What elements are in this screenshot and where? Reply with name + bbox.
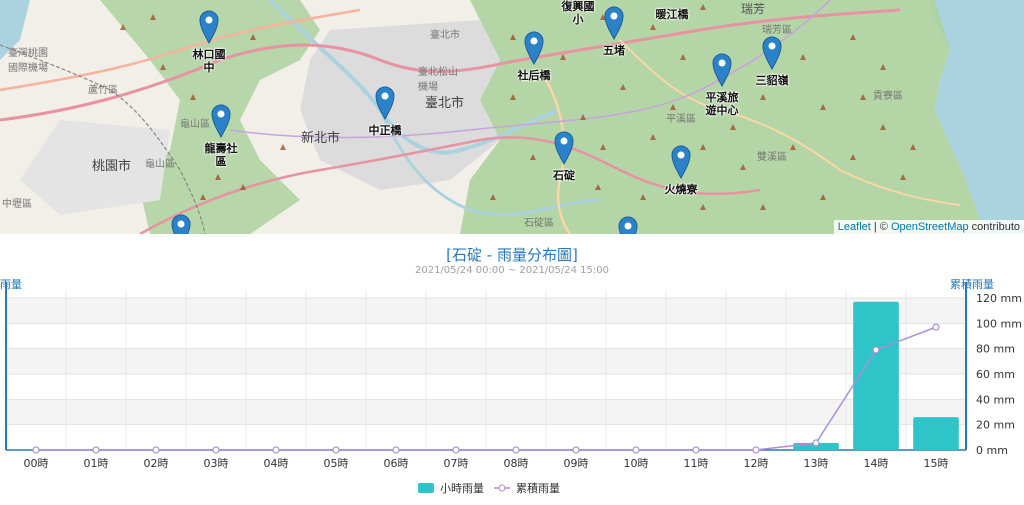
x-tick-label: 11時 [684, 457, 709, 470]
map-marker-icon[interactable] [554, 131, 574, 165]
leaflet-link[interactable]: Leaflet [838, 221, 871, 233]
map-marker-icon[interactable] [171, 214, 191, 234]
x-tick-label: 15時 [924, 457, 949, 470]
place-label: 龜山區 [145, 159, 175, 170]
attribution-separator: | © [870, 221, 891, 233]
x-tick-label: 10時 [624, 457, 649, 470]
legend-bar-label: 小時雨量 [440, 482, 484, 495]
map-marker-icon[interactable] [211, 104, 231, 138]
map-marker-icon[interactable] [524, 31, 544, 65]
marker-label: 石碇 [553, 169, 575, 182]
x-tick-label: 04時 [264, 457, 289, 470]
openstreetmap-link[interactable]: OpenStreetMap [891, 221, 969, 233]
map-marker-icon[interactable] [618, 216, 638, 234]
x-tick-label: 09時 [564, 457, 589, 470]
x-tick-label: 03時 [204, 457, 229, 470]
bar [913, 417, 959, 450]
x-tick-label: 08時 [504, 457, 529, 470]
place-label: 臺北市 [430, 30, 460, 41]
x-tick-label: 07時 [444, 457, 469, 470]
cumulative-point [272, 446, 280, 454]
place-label: 臺北松山 機場 [418, 67, 458, 93]
cumulative-point [572, 446, 580, 454]
place-label: 龜山區 [180, 119, 210, 130]
marker-label: 三貂嶺 [755, 74, 789, 87]
place-label: 石碇區 [524, 218, 554, 229]
place-label: 臺灣桃園 國際機場 [8, 48, 48, 74]
map-marker-icon[interactable] [671, 145, 691, 179]
map-tiles [0, 0, 1024, 234]
cumulative-point [32, 446, 40, 454]
place-label: 瑞芳 [741, 2, 766, 16]
place-label: 瑞芳區 [762, 25, 792, 36]
map-attribution: Leaflet | © OpenStreetMap contributo [833, 220, 1024, 234]
attribution-rest: contributo [968, 221, 1020, 233]
map-marker-icon[interactable] [375, 86, 395, 120]
x-tick-label: 05時 [324, 457, 349, 470]
place-label: 新北市 [301, 131, 341, 146]
cumulative-point [752, 446, 760, 454]
y-tick-label: 100 mm [976, 317, 1022, 330]
cumulative-point [632, 446, 640, 454]
y-tick-label: 40 mm [976, 393, 1015, 406]
x-tick-label: 14時 [864, 457, 889, 470]
place-label: 蘆竹區 [88, 85, 118, 96]
marker-label: 復興國 小 [561, 0, 595, 26]
marker-label: 五堵 [603, 44, 625, 57]
cumulative-point [332, 446, 340, 454]
legend-bar-item[interactable]: 小時雨量 [418, 480, 484, 496]
y-tick-label: 80 mm [976, 343, 1015, 356]
y-tick-label: 0 mm [976, 444, 1008, 457]
cumulative-point [692, 446, 700, 454]
cumulative-point [92, 446, 100, 454]
cumulative-point [212, 446, 220, 454]
marker-label: 中正橋 [368, 124, 402, 137]
x-tick-label: 00時 [24, 457, 49, 470]
rainfall-chart: 120 mm 100 mm 80 mm 60 mm 40 mm 20 mm 0 mm 00時 0… [5, 282, 1022, 470]
marker-label: 社后橋 [517, 69, 551, 82]
map-marker-icon[interactable] [199, 10, 219, 44]
y-tick-label: 60 mm [976, 368, 1015, 381]
chart-title: [石碇 - 雨量分布圖] [446, 246, 578, 264]
x-tick-label: 06時 [384, 457, 409, 470]
x-tick-label: 12時 [744, 457, 769, 470]
place-label: 中壢區 [2, 199, 32, 210]
cumulative-point [932, 323, 940, 331]
place-label: 雙溪區 [757, 152, 787, 163]
cumulative-point [872, 346, 880, 354]
place-label: 貢寮區 [873, 91, 903, 102]
marker-label: 龍壽社 區 [204, 142, 238, 168]
map-view[interactable]: 臺北市 新北市 桃園市 臺北市 臺北松山 機場 臺灣桃園 國際機場 蘆竹區 龜山區 龜山區 中壢區… [0, 0, 1024, 234]
x-tick-label: 01時 [84, 457, 109, 470]
marker-label: 林口國 中 [192, 48, 226, 74]
legend-line-label: 累積雨量 [516, 482, 560, 495]
cumulative-point [812, 439, 820, 447]
marker-label: 火燒寮 [664, 183, 698, 196]
place-label: 桃園市 [92, 159, 132, 174]
y-tick-label: 120 mm [976, 292, 1022, 305]
x-tick-label: 02時 [144, 457, 169, 470]
map-marker-icon[interactable] [762, 36, 782, 70]
cumulative-point [152, 446, 160, 454]
cumulative-point [392, 446, 400, 454]
x-tick-label: 13時 [804, 457, 829, 470]
legend-line-item[interactable]: 累積雨量 [494, 480, 560, 496]
marker-label: 平溪旅 遊中心 [705, 91, 739, 117]
place-label: 臺北市 [425, 96, 465, 111]
map-marker-icon[interactable] [712, 53, 732, 87]
legend-bar-swatch [418, 483, 434, 493]
marker-label: 暖江橋 [655, 8, 689, 21]
cumulative-point [452, 446, 460, 454]
y-tick-label: 20 mm [976, 419, 1015, 432]
cumulative-point [512, 446, 520, 454]
legend-line-swatch [494, 484, 510, 492]
